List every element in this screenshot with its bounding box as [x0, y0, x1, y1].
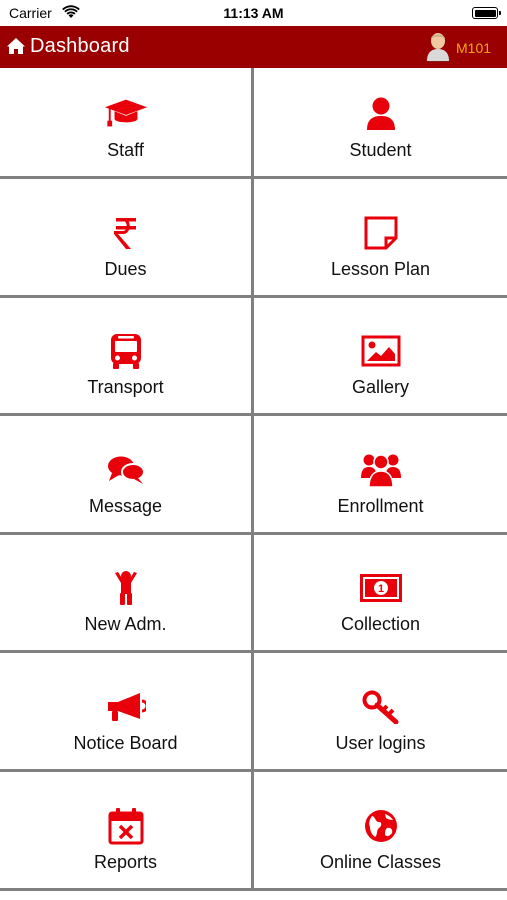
tile-user-logins[interactable]: User logins — [254, 653, 507, 769]
tile-dues[interactable]: Dues — [0, 179, 251, 295]
tile-label: Gallery — [351, 377, 409, 397]
picture-icon — [359, 331, 403, 371]
dashboard-grid: Staff Student Dues Lesson Plan Transport… — [0, 68, 507, 900]
user-icon — [359, 94, 403, 134]
tile-label: Online Classes — [319, 852, 442, 872]
tile-label: Reports — [93, 852, 158, 872]
clock: 11:13 AM — [223, 5, 284, 21]
tile-label: Dues — [104, 259, 147, 279]
tile-label: Staff — [107, 140, 144, 160]
battery-icon — [472, 7, 501, 19]
home-icon[interactable] — [6, 37, 26, 60]
tile-online-classes[interactable]: Online Classes — [254, 772, 507, 888]
key-icon — [359, 687, 403, 727]
page-title: Dashboard — [30, 35, 130, 57]
bus-icon — [104, 331, 148, 371]
tile-gallery[interactable]: Gallery — [254, 298, 507, 413]
tile-label: Collection — [340, 614, 421, 634]
globe-icon — [359, 806, 403, 846]
tile-label: User logins — [335, 733, 426, 753]
banknote-icon: 1 — [359, 568, 403, 608]
tile-label: Notice Board — [73, 733, 178, 753]
tile-staff[interactable]: Staff — [0, 68, 251, 176]
tile-label: Message — [88, 496, 163, 516]
app-header: Dashboard M101 — [0, 26, 507, 68]
tile-label: New Adm. — [84, 614, 167, 634]
tile-transport[interactable]: Transport — [0, 298, 251, 413]
tile-label: Enrollment — [337, 496, 424, 516]
tile-label: Student — [349, 140, 412, 160]
calendar-x-icon — [104, 806, 148, 846]
tile-student[interactable]: Student — [254, 68, 507, 176]
svg-text:1: 1 — [377, 583, 383, 595]
child-icon — [104, 568, 148, 608]
users-group-icon — [359, 450, 403, 490]
tile-enrollment[interactable]: Enrollment — [254, 416, 507, 532]
rupee-icon — [104, 213, 148, 253]
tile-reports[interactable]: Reports — [0, 772, 251, 888]
divider — [0, 888, 507, 891]
tile-collection[interactable]: 1 Collection — [254, 535, 507, 650]
megaphone-icon — [104, 687, 148, 727]
tile-lesson-plan[interactable]: Lesson Plan — [254, 179, 507, 295]
tile-notice-board[interactable]: Notice Board — [0, 653, 251, 769]
status-bar: Carrier 11:13 AM — [0, 0, 507, 26]
avatar[interactable] — [424, 30, 452, 63]
note-page-icon — [359, 213, 403, 253]
tile-new-admission[interactable]: New Adm. — [0, 535, 251, 650]
chat-bubbles-icon — [104, 450, 148, 490]
user-code: M101 — [456, 40, 492, 56]
tile-label: Transport — [87, 377, 164, 397]
graduation-cap-icon — [104, 94, 148, 134]
tile-message[interactable]: Message — [0, 416, 251, 532]
tile-label: Lesson Plan — [330, 259, 431, 279]
